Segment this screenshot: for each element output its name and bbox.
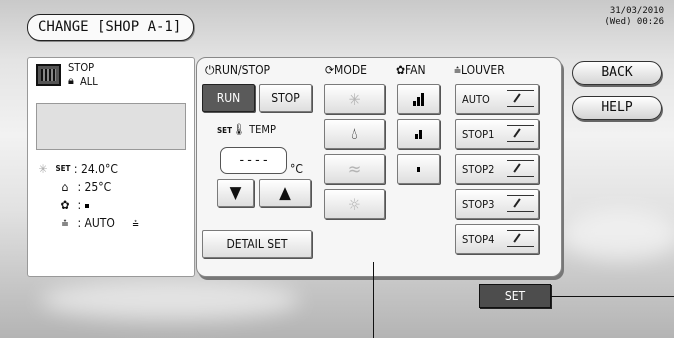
louver-auto-label: AUTO xyxy=(462,92,490,106)
status-set-temp: ✳ SET : 24.0°C xyxy=(34,161,118,177)
set-prefix: SET xyxy=(217,126,233,135)
status-louver: ⩮ : AUTO ⩮ xyxy=(56,215,139,232)
mode-cool-button[interactable]: ✳ xyxy=(324,84,385,114)
fan-low-icon xyxy=(417,166,420,172)
control-panel: ⏻RUN/STOP ⟳MODE ✿FAN ⩮LOUVER RUN STOP SE… xyxy=(196,57,562,277)
thermometer-icon: 🌡︎ xyxy=(232,123,246,136)
mode-dry-button[interactable]: 💧︎ xyxy=(324,119,385,149)
louver-position-icon xyxy=(507,195,534,212)
temp-label: TEMP xyxy=(249,123,276,136)
fan-high-icon xyxy=(413,92,424,106)
temp-header: SET🌡︎ TEMP xyxy=(217,123,276,137)
page-title: CHANGE [SHOP A-1] xyxy=(27,14,195,41)
run-button[interactable]: RUN xyxy=(202,84,255,112)
louver-value: : AUTO xyxy=(77,216,115,230)
unit-icon xyxy=(36,64,61,86)
message-box xyxy=(36,103,186,150)
louver-stop1-label: STOP1 xyxy=(462,127,495,141)
fan-label: FAN xyxy=(405,63,426,77)
temp-display: ---- xyxy=(220,147,287,174)
louver-label: LOUVER xyxy=(461,63,505,77)
fan-icon: ✿ xyxy=(60,198,70,212)
fan-mid-icon xyxy=(415,129,422,139)
run-stop-label: RUN/STOP xyxy=(214,63,271,77)
fan-low-button[interactable] xyxy=(397,154,440,184)
temp-unit: °C xyxy=(290,162,303,176)
lock-label: ALL xyxy=(80,75,98,88)
fan-high-button[interactable] xyxy=(397,84,440,114)
louver-icon: ⩮ xyxy=(61,216,69,230)
louver-header-icon: ⩮ xyxy=(454,63,462,77)
louver-auto-button[interactable]: AUTO xyxy=(455,84,539,114)
set-temp-value: : 24.0°C xyxy=(73,162,118,176)
status-room-temp: ⌂ : 25°C xyxy=(56,179,112,195)
clock: 31/03/2010 (Wed) 00:26 xyxy=(604,6,664,28)
fan-mid-button[interactable] xyxy=(397,119,440,149)
unit-status-panel: STOP 🔒︎ ALL ✳ SET : 24.0°C ⌂ : 25°C ✿ : … xyxy=(27,57,195,277)
snowflake-icon: ✳ xyxy=(38,162,48,176)
unit-state: STOP xyxy=(68,61,95,74)
louver-swing-icon xyxy=(507,90,534,107)
sun-icon: ☼ xyxy=(348,194,361,214)
temp-up-button[interactable]: ▲ xyxy=(259,179,311,207)
status-fan: ✿ : xyxy=(56,197,89,213)
louver-stop3-button[interactable]: STOP3 xyxy=(455,189,539,219)
mode-label: MODE xyxy=(334,63,367,77)
help-button[interactable]: HELP xyxy=(572,96,662,120)
date-text: 31/03/2010 xyxy=(609,6,664,16)
louver-stop4-button[interactable]: STOP4 xyxy=(455,224,539,254)
mode-heat-button[interactable]: ☼ xyxy=(324,189,385,219)
droplet-icon: 💧︎ xyxy=(351,124,358,143)
back-button[interactable]: BACK xyxy=(572,61,662,85)
fan-header: ✿FAN xyxy=(396,63,426,77)
louver-header: ⩮LOUVER xyxy=(454,63,505,77)
run-stop-header: ⏻RUN/STOP xyxy=(205,63,270,77)
louver-stop1-button[interactable]: STOP1 xyxy=(455,119,539,149)
detail-set-button[interactable]: DETAIL SET xyxy=(202,230,312,258)
louver-stop3-label: STOP3 xyxy=(462,197,495,211)
stop-button[interactable]: STOP xyxy=(259,84,312,112)
louver-stop2-button[interactable]: STOP2 xyxy=(455,154,539,184)
temp-down-button[interactable]: ▼ xyxy=(217,179,254,207)
snowflake-icon: ✳ xyxy=(348,89,361,109)
fan-value: : xyxy=(77,198,82,212)
mode-icon: ⟳ xyxy=(325,63,335,77)
room-temp-value: : 25°C xyxy=(77,180,112,194)
house-icon: ⌂ xyxy=(61,180,69,194)
background-cloud xyxy=(40,280,300,320)
louver-swing-icon: ⩮ xyxy=(132,217,139,230)
time-text: (Wed) 00:26 xyxy=(604,17,664,27)
set-temp-label: SET xyxy=(55,164,71,173)
fan-level-icon xyxy=(84,203,89,208)
callout-line xyxy=(373,262,374,338)
fan-header-icon: ✿ xyxy=(396,63,406,77)
callout-line xyxy=(551,296,674,297)
power-icon: ⏻ xyxy=(205,63,215,77)
lock-icon: 🔒︎ xyxy=(68,74,74,87)
louver-position-icon xyxy=(507,230,534,247)
louver-stop4-label: STOP4 xyxy=(462,232,495,246)
louver-position-icon xyxy=(507,125,534,142)
wave-icon: ≈ xyxy=(347,158,362,180)
mode-header: ⟳MODE xyxy=(325,63,367,77)
louver-stop2-label: STOP2 xyxy=(462,162,495,176)
louver-position-icon xyxy=(507,160,534,177)
background-cloud xyxy=(560,210,674,260)
mode-fan-button[interactable]: ≈ xyxy=(324,154,385,184)
set-button[interactable]: SET xyxy=(479,284,551,308)
